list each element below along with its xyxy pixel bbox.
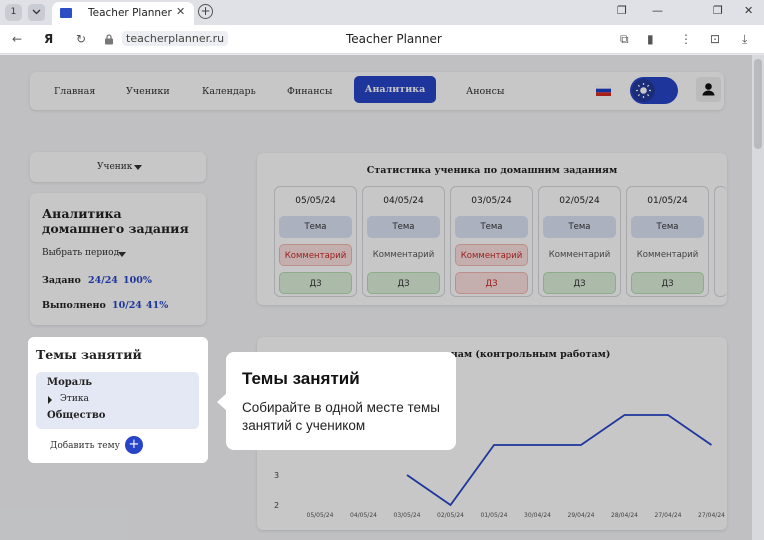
reload-icon[interactable]: ↻	[76, 32, 86, 46]
page-title: Teacher Planner	[346, 32, 442, 46]
caret-right-icon[interactable]	[48, 396, 52, 404]
tooltip-text: Собирайте в одной месте темы занятий с у…	[242, 400, 440, 433]
topics-panel: Темы занятий Мораль Этика Общество Добав…	[28, 337, 208, 463]
bookmarks-icon[interactable]: ❐	[617, 4, 627, 17]
maximize-button[interactable]: ❐	[713, 4, 723, 17]
scrollbar-thumb[interactable]	[754, 59, 762, 149]
subtopic-item[interactable]: Этика	[60, 394, 89, 404]
back-arrow-icon[interactable]: ←	[12, 32, 22, 46]
add-topic-label[interactable]: Добавить тему	[50, 441, 120, 451]
onboarding-tooltip: Темы занятий Собирайте в одной месте тем…	[226, 352, 456, 450]
chevron-down-icon	[32, 9, 41, 15]
topics-title: Темы занятий	[36, 347, 142, 362]
browser-tab[interactable]: Teacher Planner ✕	[52, 2, 194, 25]
topic-item[interactable]: Общество	[47, 410, 105, 421]
tooltip-title: Темы занятий	[242, 369, 360, 388]
translate-icon[interactable]: ⧉	[620, 32, 629, 47]
lock-icon	[105, 34, 113, 45]
tab-title: Teacher Planner	[88, 7, 172, 19]
topic-item[interactable]: Мораль	[47, 377, 92, 388]
download-icon[interactable]: ⤓	[742, 32, 747, 47]
topics-list: Мораль Этика Общество	[36, 372, 199, 429]
bookmark-icon[interactable]: ▮	[647, 32, 654, 46]
add-topic-button[interactable]: +	[125, 436, 143, 454]
more-menu-icon[interactable]: ⋮	[680, 32, 692, 46]
tab-list-dropdown[interactable]	[28, 4, 45, 21]
minimize-button[interactable]: —	[652, 4, 663, 17]
favicon-icon	[60, 8, 72, 18]
close-window-button[interactable]: ✕	[744, 4, 753, 17]
yandex-logo-icon[interactable]: Я	[44, 32, 53, 46]
address-bar: ← Я ↻ teacherplanner.ru Teacher Planner …	[0, 25, 764, 54]
url-field[interactable]: teacherplanner.ru Teacher Planner	[100, 30, 660, 50]
tab-count-badge[interactable]: 1	[5, 4, 22, 21]
url-domain: teacherplanner.ru	[122, 31, 229, 46]
tab-close-icon[interactable]: ✕	[176, 5, 185, 18]
browser-tab-bar: 1 Teacher Planner ✕ + ❐ — ❐ ✕	[0, 0, 764, 25]
collections-icon[interactable]: ⊡	[710, 32, 720, 46]
new-tab-button[interactable]: +	[198, 4, 213, 19]
page-scrollbar[interactable]	[752, 55, 764, 540]
onboarding-overlay[interactable]	[0, 55, 752, 540]
